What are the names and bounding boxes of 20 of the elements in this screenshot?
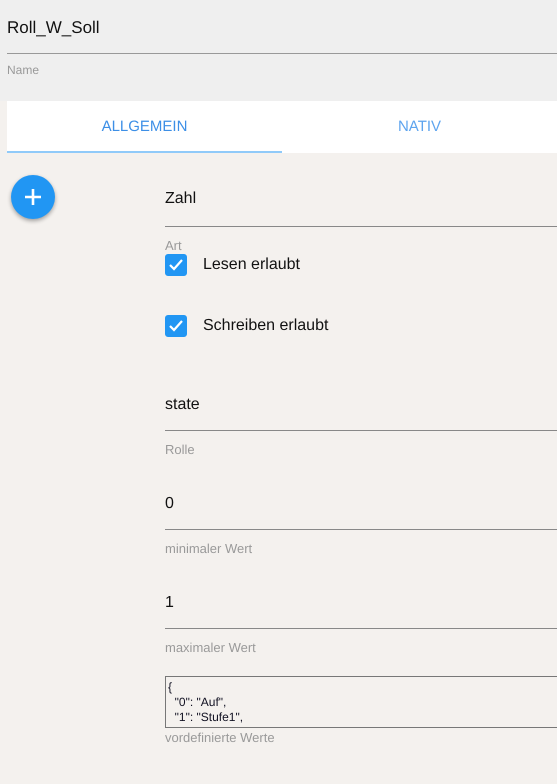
name-field[interactable]: Roll_W_Soll <box>7 15 100 41</box>
field-label: maximaler Wert <box>165 640 256 656</box>
field-label: Rolle <box>165 442 195 458</box>
check-icon <box>169 320 183 332</box>
field-label: Name <box>7 63 40 77</box>
check-icon <box>169 259 183 271</box>
input-field[interactable]: state <box>165 390 200 420</box>
plus-icon <box>24 188 42 206</box>
input-field[interactable]: 1 <box>165 588 174 618</box>
field-label: vordefinierte Werte <box>165 730 275 746</box>
field-label: minimaler Wert <box>165 541 252 557</box>
json-field[interactable]: { "0": "Auf", "1": "Stufe1", <box>165 676 557 728</box>
checkbox[interactable] <box>165 254 187 276</box>
checkbox-label: Lesen erlaubt <box>203 256 300 274</box>
add-button[interactable] <box>11 175 55 219</box>
checkbox[interactable] <box>165 315 187 337</box>
checkbox-label: Schreiben erlaubt <box>203 317 328 335</box>
select-field[interactable]: Zahl <box>165 184 196 214</box>
input-field[interactable]: 0 <box>165 489 174 519</box>
field-label: Art <box>165 238 182 254</box>
